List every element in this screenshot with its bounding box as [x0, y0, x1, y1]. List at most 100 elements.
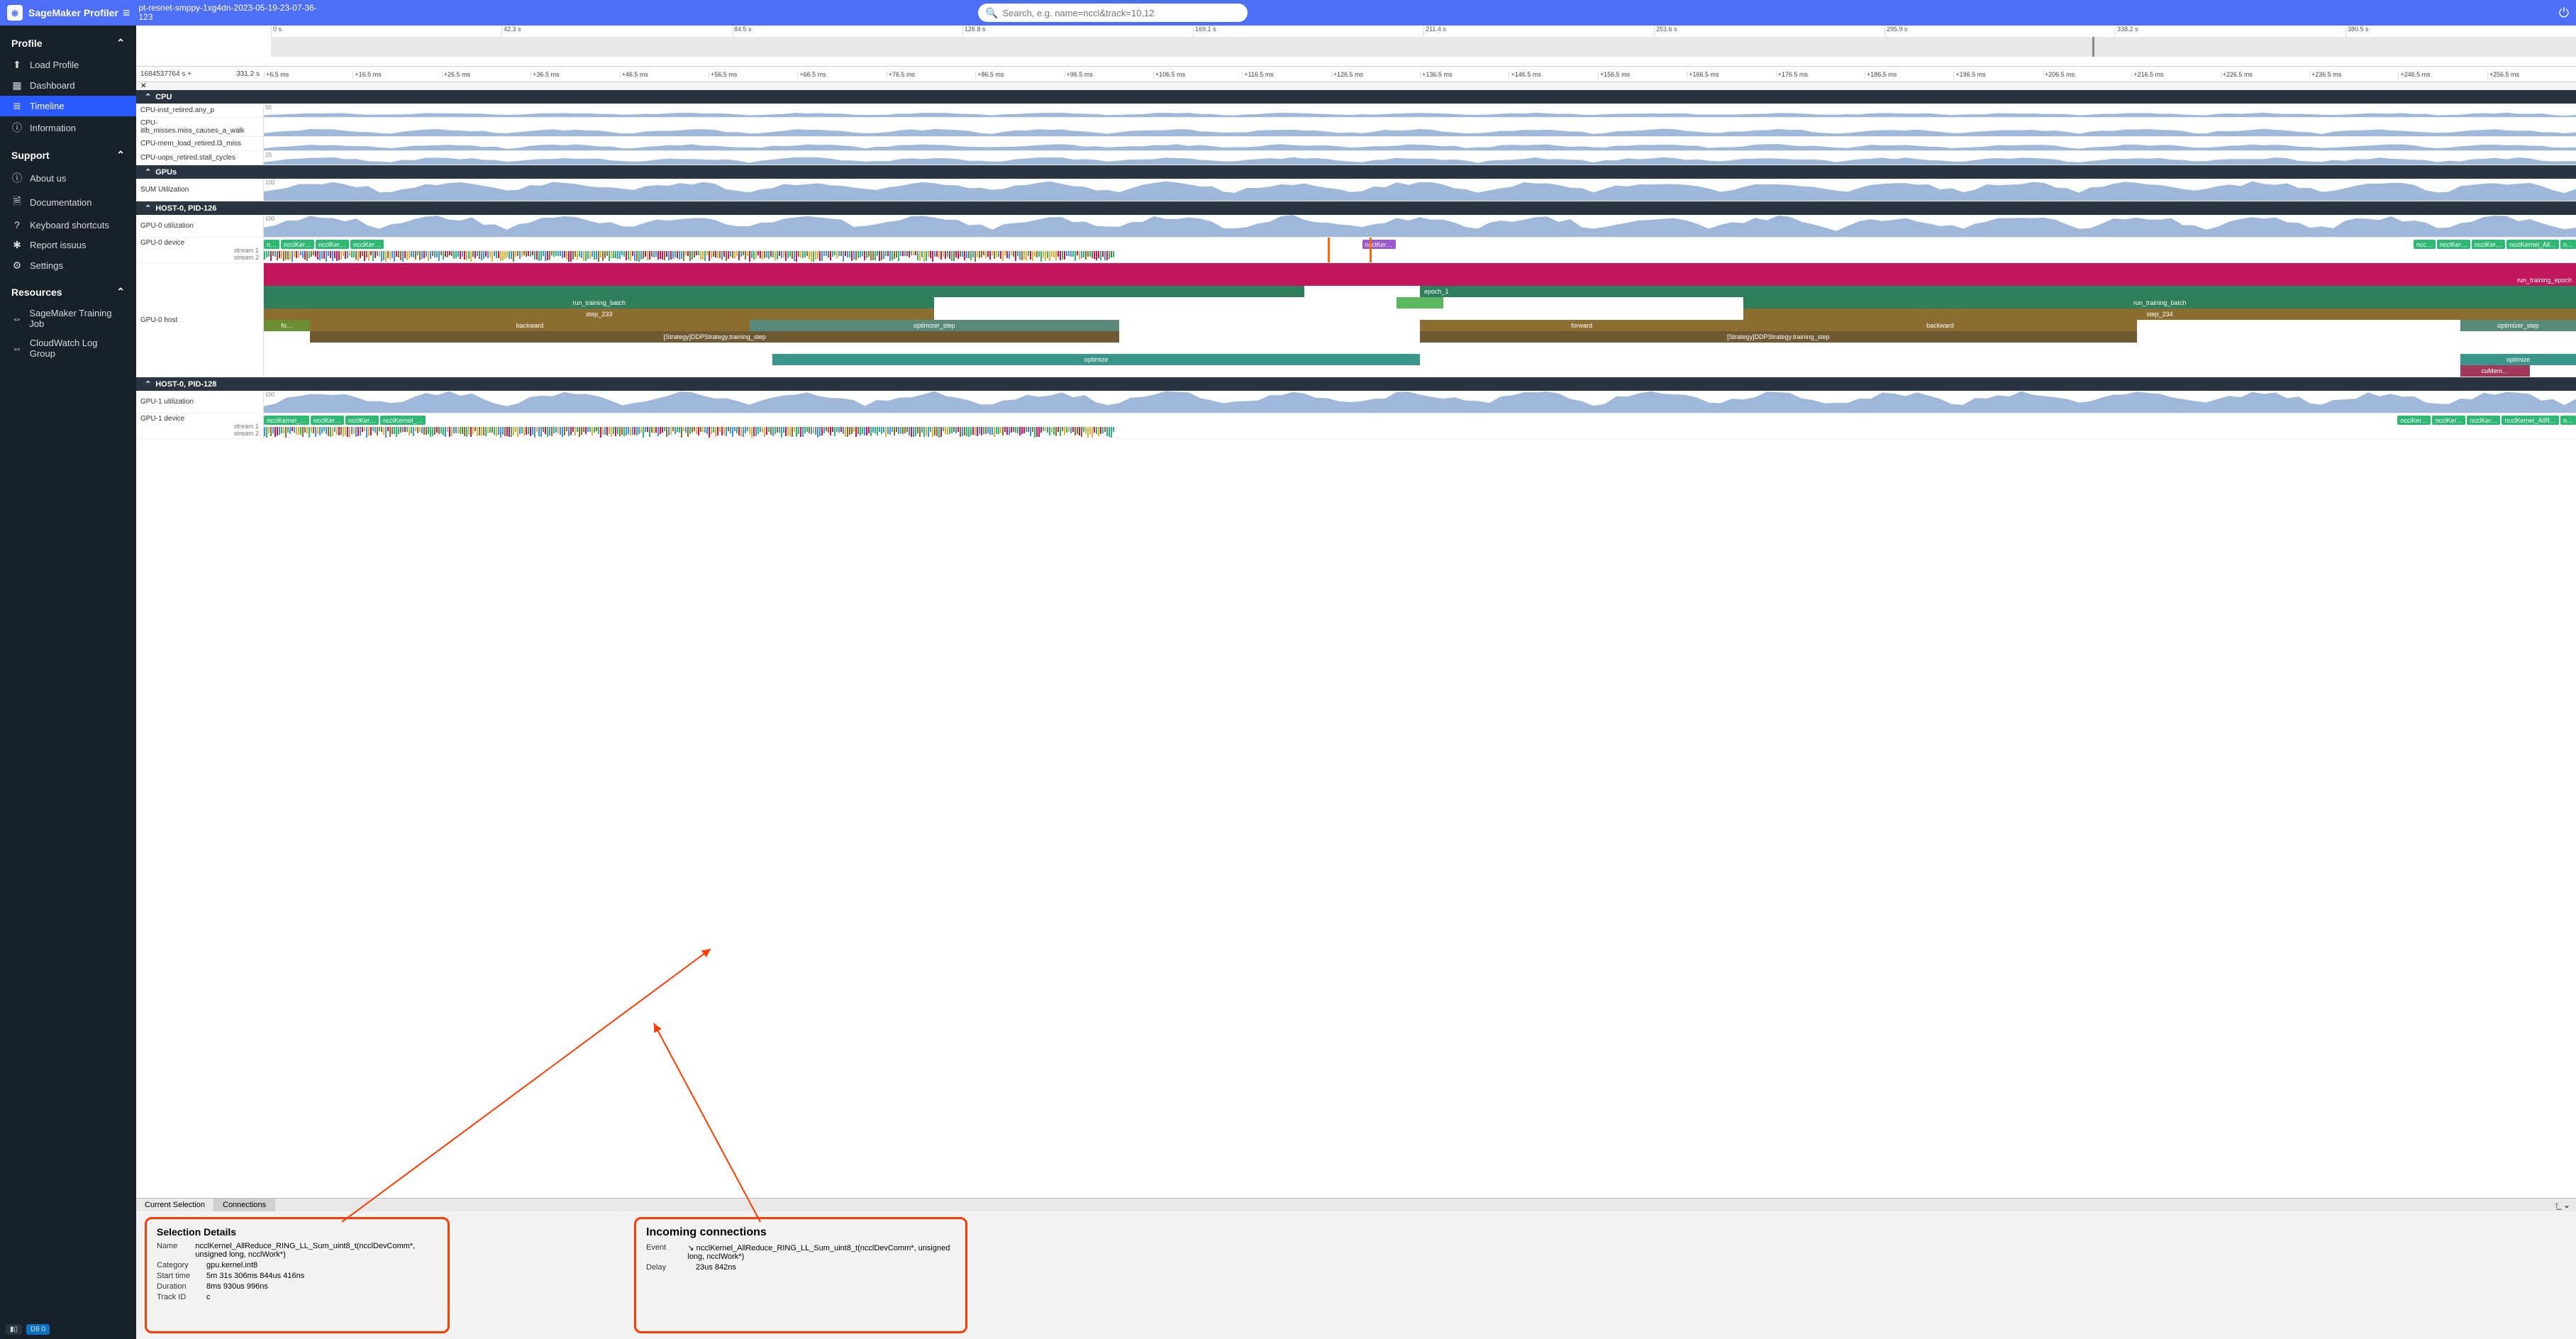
main: 0 s42.3 s84.5 s126.8 s169.1 s211.4 s253.… — [136, 26, 2576, 1339]
chevron-up-icon: ⌃ — [116, 37, 125, 49]
host-span[interactable]: [Strategy]DDPStrategy.training_step — [1420, 331, 2137, 343]
host-span[interactable]: backward — [310, 320, 749, 331]
sidebar-item[interactable]: ⓘInformation — [0, 116, 136, 139]
sidebar-item[interactable]: ✱Report issuus — [0, 235, 136, 255]
sidebar-item[interactable]: 🗎Documentation — [0, 189, 136, 215]
kernel-slice[interactable]: ncclKer… — [2467, 416, 2500, 425]
host-span[interactable]: forward — [1420, 320, 1743, 331]
sidebar-item[interactable]: ▦Dashboard — [0, 75, 136, 96]
track-row: GPU-1 utilization 100 — [136, 391, 2576, 413]
host-span[interactable]: run_training_batch — [264, 297, 934, 309]
sidebar-item[interactable]: ⇔SageMaker Training Job — [0, 304, 136, 333]
host-span — [2137, 320, 2460, 331]
chevron-down-icon: ⌃ — [145, 167, 151, 177]
kernel-slice[interactable]: ncclKer… — [281, 240, 314, 249]
menu-icon[interactable]: ≡ — [123, 6, 131, 21]
chevron-down-icon[interactable]: ⌄ — [2563, 1200, 2570, 1210]
host-span[interactable]: run_training_batch — [1743, 297, 2576, 309]
kernel-slice[interactable]: ncclKer… — [2437, 240, 2470, 249]
group-header-host1[interactable]: ⌃HOST-0, PID-128 — [136, 377, 2576, 391]
kernel-slice[interactable]: ncclKer… — [311, 416, 344, 425]
nav-icon: ⇔ — [11, 343, 23, 354]
host-span[interactable]: step_234 — [1743, 309, 2576, 320]
host-span[interactable]: epoch_1 — [1420, 286, 2576, 297]
kernel-slice[interactable]: ncclKer… — [345, 416, 379, 425]
host-span — [1304, 286, 1420, 297]
nav-icon: ⚙ — [11, 260, 23, 272]
host-span[interactable]: fo… — [264, 320, 310, 331]
group-header-host0[interactable]: ⌃HOST-0, PID-126 — [136, 201, 2576, 215]
tab-connections[interactable]: Connections — [214, 1199, 275, 1211]
host-span[interactable]: optimizer_step — [750, 320, 1120, 331]
group-header-cpu[interactable]: ⌃CPU — [136, 90, 2576, 104]
track-row: GPU-0 utilization 100 — [136, 215, 2576, 238]
sidebar-footer: ▮▯ D8 0 — [0, 1320, 136, 1339]
host-span — [2530, 365, 2576, 377]
power-icon[interactable]: ⏻ — [2559, 6, 2569, 21]
kernel-slice[interactable]: ncclKernel_All… — [2506, 240, 2559, 249]
host-span[interactable]: optimizer_step — [2460, 320, 2576, 331]
time-end: 331.2 s — [236, 70, 260, 78]
collapse-icon[interactable]: ✕ — [136, 82, 2576, 90]
overview-minimap[interactable]: 0 s42.3 s84.5 s126.8 s169.1 s211.4 s253.… — [136, 26, 2576, 67]
search-input[interactable] — [978, 4, 1248, 22]
kernel-slice[interactable]: ncclKernel_AllR… — [2502, 416, 2559, 425]
sort-icon[interactable]: ↑̲ — [2555, 1200, 2559, 1210]
sidebar-header-resources[interactable]: Resources⌃ — [0, 280, 136, 304]
group-header-gpus[interactable]: ⌃GPUs — [136, 165, 2576, 179]
kernel-slice[interactable]: ncclKernel_… — [380, 416, 426, 425]
kernel-slice[interactable]: n… — [2560, 240, 2576, 249]
sidebar-item[interactable]: ?Keyboard shortcuts — [0, 215, 136, 235]
track-row: SUM Utilization 100 — [136, 179, 2576, 201]
kernel-slice[interactable]: ncclKer… — [316, 240, 349, 249]
nav-icon: ⬆ — [11, 59, 23, 71]
time-ruler[interactable]: 1684537764 s + 331.2 s +6.5 ms+16.5 ms+2… — [136, 67, 2576, 82]
host-span[interactable]: optimize — [2460, 354, 2576, 365]
tracks-viewport[interactable]: ⌃CPU CPU-inst_retired.any_p50CPU-itlb_mi… — [136, 90, 2576, 1198]
panel-title: Selection Details — [157, 1226, 438, 1238]
logo-icon: ⎈ — [7, 5, 23, 21]
footer-chip[interactable]: ▮▯ — [6, 1324, 22, 1335]
kernel-slice[interactable]: ncclKer… — [2397, 416, 2431, 425]
host-span — [264, 263, 2576, 274]
host-span[interactable]: cuMem… — [2460, 365, 2530, 377]
host-span[interactable]: backward — [1743, 320, 2136, 331]
track-row: CPU-uops_retired.stall_cycles25 — [136, 151, 2576, 165]
kernel-slice-highlighted[interactable]: ncclKer… — [1362, 240, 1396, 249]
host-span — [1443, 297, 1744, 309]
sidebar-item[interactable]: ≣Timeline — [0, 96, 136, 116]
kernel-slice[interactable]: ncclKernel_… — [264, 416, 309, 425]
sidebar-item[interactable]: ⓘAbout us — [0, 167, 136, 189]
sidebar-header-profile[interactable]: Profile⌃ — [0, 31, 136, 55]
kernel-slice[interactable]: ncclKer… — [350, 240, 384, 249]
sidebar-item[interactable]: ⚙Settings — [0, 255, 136, 276]
sidebar-header-support[interactable]: Support⌃ — [0, 143, 136, 167]
host-span — [264, 331, 310, 343]
kernel-slice[interactable]: ncclKer… — [2472, 240, 2505, 249]
nav-icon: ▦ — [11, 79, 23, 91]
chevron-down-icon: ⌃ — [145, 204, 151, 213]
host-span[interactable]: [Strategy]DDPStrategy.training_step — [310, 331, 1119, 343]
connections-panel: Incoming connections Event↘ ncclKernel_A… — [634, 1217, 967, 1333]
kernel-slice[interactable]: n… — [264, 240, 279, 249]
nav-icon: ≣ — [11, 100, 23, 112]
host-span — [2137, 331, 2576, 343]
host-span[interactable]: optimize — [772, 354, 1420, 365]
host-span[interactable]: run_training_epoch — [1304, 274, 2576, 286]
footer-chip[interactable]: D8 0 — [26, 1324, 50, 1335]
nav-icon: 🗎 — [11, 194, 23, 211]
host-span — [264, 354, 772, 365]
host-span — [1420, 354, 2460, 365]
kernel-slice[interactable]: ncclKer… — [2432, 416, 2465, 425]
sidebar-item[interactable]: ⇔CloudWatch Log Group — [0, 333, 136, 363]
sidebar-item[interactable]: ⬆Load Profile — [0, 55, 136, 75]
tab-current-selection[interactable]: Current Selection — [136, 1199, 214, 1211]
nav-icon: ⇔ — [11, 313, 22, 324]
kernel-slice[interactable]: n… — [2560, 416, 2576, 425]
kernel-slice[interactable]: ncc… — [2414, 240, 2436, 249]
track-row: CPU-itlb_misses.miss_causes_a_walk — [136, 118, 2576, 137]
host-span[interactable]: step_233 — [264, 309, 934, 320]
details-shelf: Current Selection Connections ↑̲ ⌄ Selec… — [136, 1198, 2576, 1339]
brand: SageMaker Profiler — [28, 7, 118, 18]
host-span — [1119, 320, 1420, 331]
